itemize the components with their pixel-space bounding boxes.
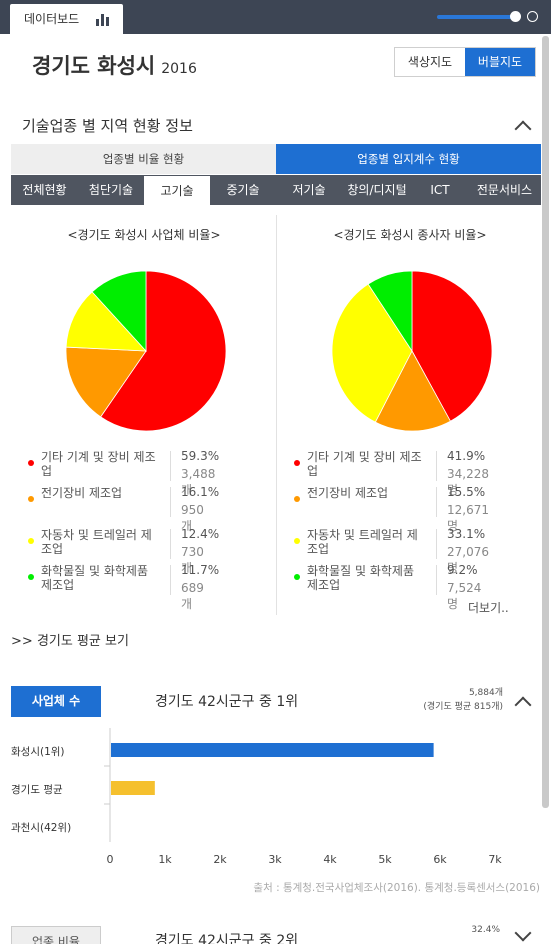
legend-separator [436, 487, 437, 517]
x-tick-label: 4k [323, 853, 337, 866]
tab-pro-services[interactable]: 전문서비스 [468, 175, 541, 205]
legend-label: 자동차 및 트레일러 제조업 [41, 528, 152, 556]
legend-label: 전기장비 제조업 [307, 486, 389, 500]
slider-end-icon [527, 11, 538, 22]
legend-dot [294, 460, 300, 466]
bubble-map-button[interactable]: 버블지도 [465, 48, 535, 76]
rank-value-number: 5,884개 [468, 688, 503, 698]
year-label: 2016 [161, 61, 197, 77]
panel-divider [276, 215, 277, 615]
x-tick-label: 6k [433, 853, 447, 866]
legend-separator [170, 451, 171, 481]
tab-high-tech[interactable]: 첨단기술 [78, 175, 144, 205]
legend-percent: 15.5% [447, 485, 486, 499]
scrollbar[interactable] [542, 36, 549, 808]
legend-dot [28, 460, 34, 466]
rank-average-note: (경기도 평균 815개) [423, 702, 503, 712]
x-tick-label: 5k [378, 853, 392, 866]
legend-separator [436, 529, 437, 559]
legend-separator [170, 565, 171, 595]
province-average-label: 경기도 평균 보기 [36, 634, 129, 649]
page-title: 경기도 화성시 2016 [32, 50, 197, 80]
province-average-link[interactable]: >> 경기도 평균 보기 [11, 630, 129, 649]
tab-low-tech[interactable]: 저기술 [276, 175, 342, 205]
dashboard-tab[interactable]: 데이터보드 [10, 4, 123, 34]
color-map-button[interactable]: 색상지도 [395, 48, 465, 76]
tab-all[interactable]: 전체현황 [11, 175, 78, 205]
double-chevron-right-icon: >> [11, 634, 33, 649]
x-tick-label: 7k [488, 853, 502, 866]
map-mode-toggle: 색상지도 버블지도 [394, 47, 536, 77]
pie-title-business: <경기도 화성시 사업체 비율> [67, 228, 221, 242]
zoom-slider-track[interactable] [437, 15, 515, 19]
legend-percent: 12.4% [181, 527, 220, 541]
legend-dot [28, 496, 34, 502]
chevron-down-icon[interactable] [514, 924, 532, 942]
tab-mid-tech[interactable]: 중기술 [210, 175, 276, 205]
industry-ratio-button[interactable]: 업종 비율 [11, 926, 101, 944]
bar-1[interactable] [111, 781, 155, 795]
legend-dot [28, 538, 34, 544]
chevron-up-icon[interactable] [514, 120, 532, 138]
legend-label: 기타 기계 및 장비 제조업 [307, 450, 422, 478]
legend-separator [436, 565, 437, 595]
pie-title-workers: <경기도 화성시 종사자 비율> [333, 228, 487, 242]
pie-chart-workers [331, 270, 493, 432]
tab-creative-digital[interactable]: 창의/디지털 [342, 175, 412, 205]
x-tick-label: 0 [107, 853, 114, 866]
zoom-slider-handle[interactable] [510, 11, 521, 22]
view-tabs: 업종별 비율 현황 업종별 입지계수 현황 [11, 144, 541, 174]
legend-dot [294, 538, 300, 544]
legend-percent: 9.2% [447, 563, 478, 577]
legend-separator [436, 451, 437, 481]
rank-title: 경기도 42시군구 중 1위 [155, 694, 299, 710]
x-tick-label: 1k [158, 853, 172, 866]
legend-dot [294, 496, 300, 502]
business-count-button[interactable]: 사업체 수 [11, 686, 101, 717]
legend-percent: 16.1% [181, 485, 220, 499]
more-link[interactable]: 더보기.. [468, 599, 509, 616]
dashboard-tab-label: 데이터보드 [24, 12, 80, 26]
legend-label: 화학물질 및 화학제품 제조업 [307, 564, 414, 592]
tab-ratio-status[interactable]: 업종별 비율 현황 [11, 144, 276, 174]
rank2-title: 경기도 42시군구 중 2위 [155, 933, 299, 944]
legend-dot [294, 574, 300, 580]
category-tabs: 전체현황 첨단기술 고기술 중기술 저기술 창의/디지털 ICT 전문서비스 [11, 175, 541, 205]
legend-dot [28, 574, 34, 580]
legend-percent: 59.3% [181, 449, 220, 463]
legend-count: 689개 [181, 581, 204, 611]
rank-bar-chart: 0 1k 2k 3k 4k 5k 6k 7k [104, 728, 502, 866]
source-note: 출처 : 통계청.전국사업체조사(2016). 통계청.등록센서스(2016) [253, 882, 540, 894]
x-tick-label: 3k [268, 853, 282, 866]
legend-label: 기타 기계 및 장비 제조업 [41, 450, 156, 478]
legend-percent: 33.1% [447, 527, 486, 541]
rank2-value: 32.4% [471, 925, 500, 935]
legend-separator [170, 487, 171, 517]
bar-0[interactable] [111, 743, 434, 757]
region-name: 경기도 화성시 [32, 54, 156, 78]
legend-label: 자동차 및 트레일러 제조업 [307, 528, 418, 556]
chevron-up-icon[interactable] [514, 696, 532, 714]
top-bar: 데이터보드 [0, 0, 551, 34]
tab-ict[interactable]: ICT [412, 175, 468, 205]
bar-chart-icon [96, 14, 109, 26]
legend-percent: 41.9% [447, 449, 486, 463]
legend-percent: 11.7% [181, 563, 220, 577]
pie-chart-business [65, 270, 227, 432]
legend-separator [170, 529, 171, 559]
tab-high-skill[interactable]: 고기술 [144, 176, 210, 205]
legend-label: 전기장비 제조업 [41, 486, 123, 500]
section-title: 기술업종 별 지역 현황 정보 [22, 117, 193, 135]
rank-value: 5,884개 (경기도 평균 815개) [423, 686, 503, 714]
tab-location-quotient[interactable]: 업종별 입지계수 현황 [276, 144, 541, 174]
legend-label: 화학물질 및 화학제품 제조업 [41, 564, 148, 592]
x-tick-label: 2k [213, 853, 227, 866]
